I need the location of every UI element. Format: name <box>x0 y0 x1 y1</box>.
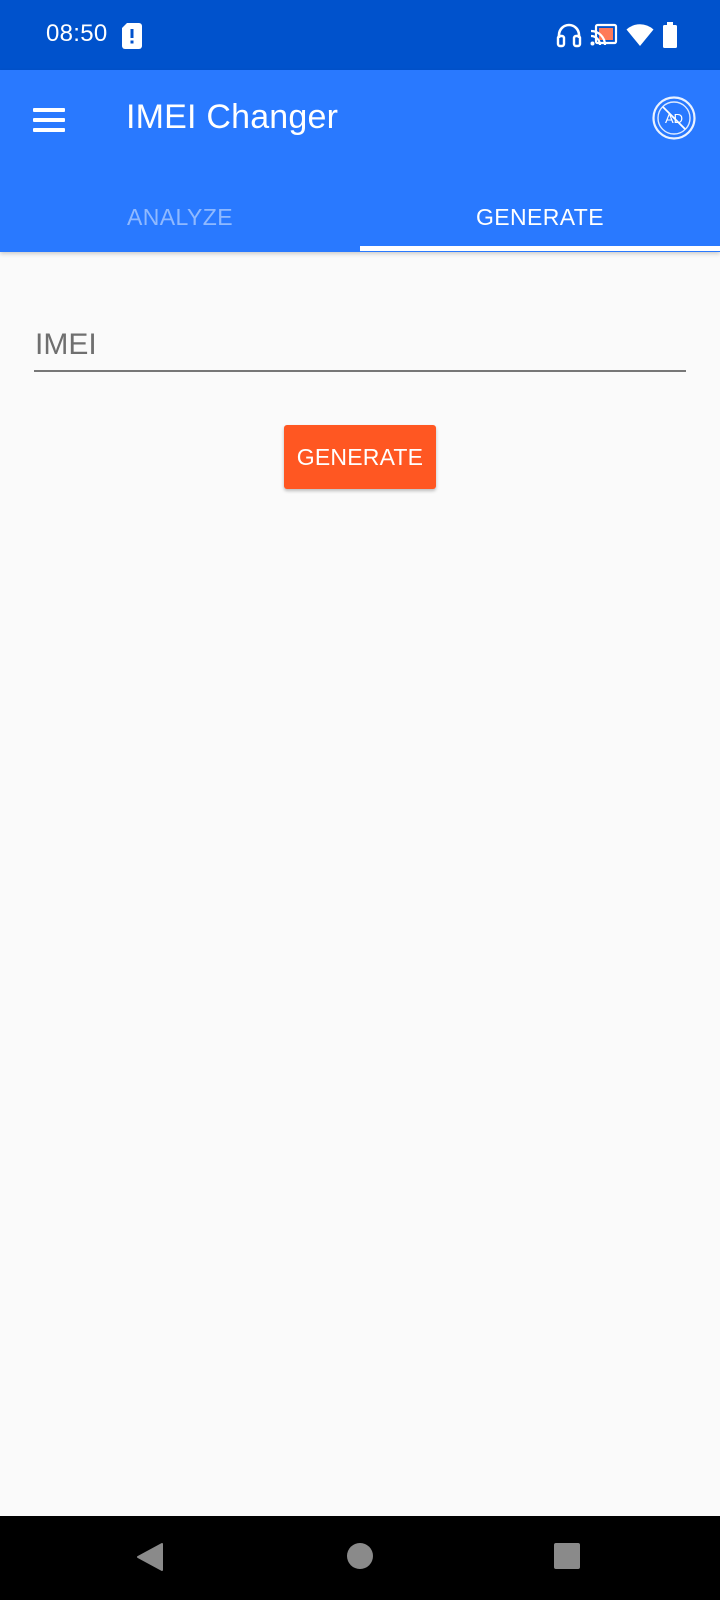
wifi-icon <box>626 24 654 46</box>
status-bar: 08:50 <box>0 0 720 70</box>
app-bar: IMEI Changer AD ANALYZE GENERATE <box>0 70 720 252</box>
app-title: IMEI Changer <box>126 98 339 136</box>
status-icons <box>556 20 678 50</box>
recents-icon[interactable] <box>554 1543 580 1569</box>
sim-alert-icon <box>122 23 142 49</box>
home-icon[interactable] <box>347 1543 373 1569</box>
status-time: 08:50 <box>46 20 108 47</box>
imei-input[interactable] <box>34 320 686 372</box>
battery-icon <box>663 22 677 48</box>
back-icon[interactable] <box>136 1542 164 1572</box>
tab-analyze[interactable]: ANALYZE <box>0 182 360 252</box>
screen: 08:50 IMEI Changer ANALYZE GENERATE IMEI… <box>0 0 720 1600</box>
hamburger-menu-icon[interactable] <box>28 98 72 142</box>
tab-indicator <box>360 246 720 251</box>
headphones-icon <box>556 23 582 48</box>
cast-icon <box>590 23 618 46</box>
navigation-bar <box>0 1516 720 1600</box>
no-ads-icon[interactable]: AD <box>652 96 696 140</box>
generate-button[interactable]: GENERATE <box>284 425 436 489</box>
tab-generate[interactable]: GENERATE <box>360 182 720 252</box>
